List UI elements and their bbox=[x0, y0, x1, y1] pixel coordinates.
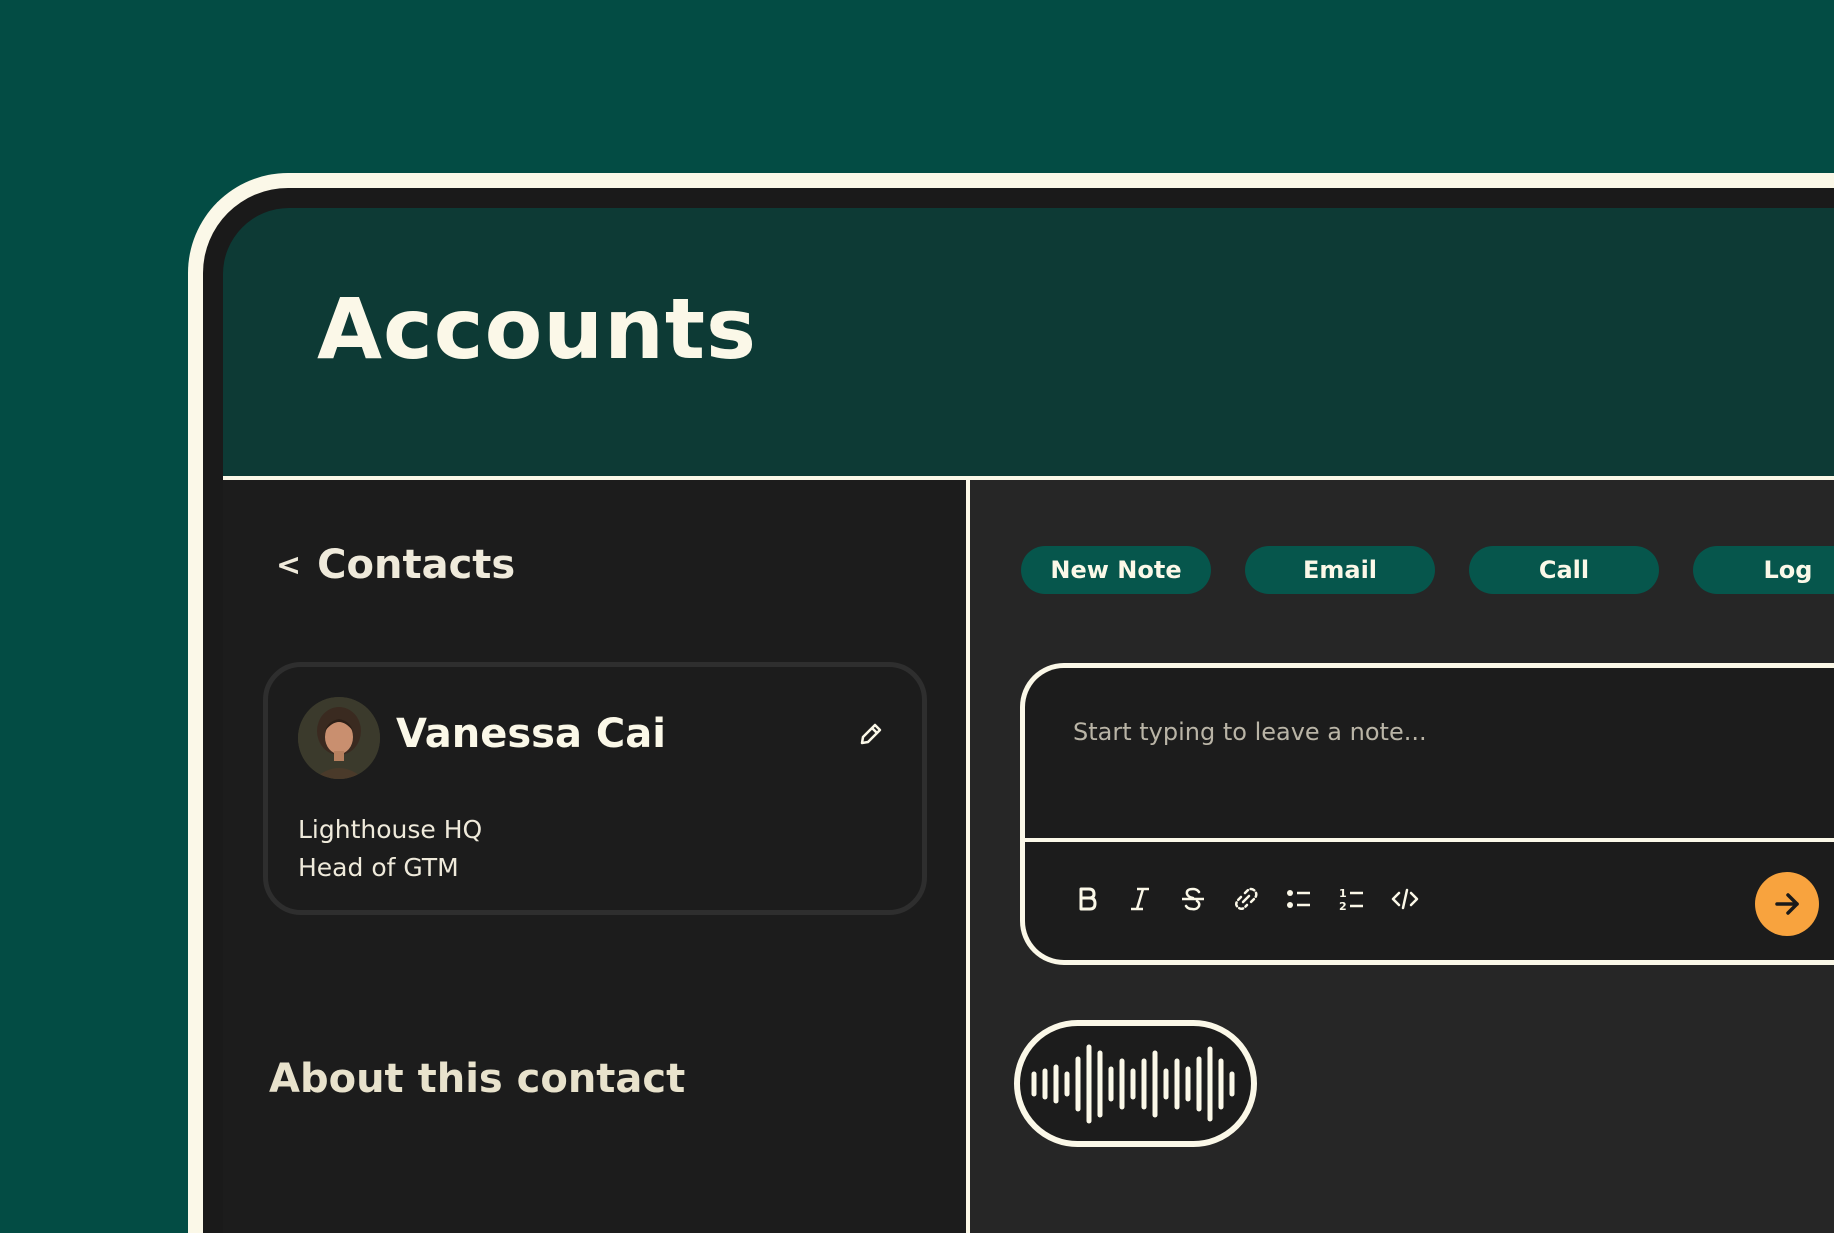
strikethrough-button[interactable] bbox=[1177, 883, 1209, 915]
bold-button[interactable] bbox=[1071, 883, 1103, 915]
page-header: Accounts bbox=[223, 208, 1834, 480]
back-to-contacts-link[interactable]: < Contacts bbox=[276, 542, 515, 588]
code-icon bbox=[1391, 888, 1419, 910]
voice-note-button[interactable] bbox=[1014, 1020, 1257, 1147]
send-note-button[interactable] bbox=[1755, 872, 1819, 936]
editor-divider bbox=[1025, 838, 1834, 842]
new-note-button[interactable]: New Note bbox=[1021, 546, 1211, 594]
svg-text:1: 1 bbox=[1339, 887, 1347, 900]
activity-panel: New Note Email Call Log Start typing to … bbox=[970, 480, 1834, 1233]
bullet-list-button[interactable] bbox=[1283, 883, 1315, 915]
numbered-list-icon: 1 2 bbox=[1339, 887, 1363, 913]
page-title: Accounts bbox=[317, 280, 758, 378]
pencil-icon bbox=[860, 723, 882, 745]
link-icon bbox=[1235, 887, 1258, 911]
note-input[interactable] bbox=[1025, 668, 1834, 838]
bold-icon bbox=[1079, 887, 1097, 911]
edit-contact-button[interactable] bbox=[854, 719, 886, 751]
chevron-left-icon: < bbox=[276, 547, 302, 583]
strikethrough-icon bbox=[1182, 887, 1204, 911]
avatar bbox=[298, 697, 380, 779]
code-button[interactable] bbox=[1389, 883, 1421, 915]
contact-panel: < Contacts Vanessa Cai Lighthouse HQ Hea… bbox=[223, 480, 970, 1233]
contact-company: Lighthouse HQ bbox=[298, 815, 483, 844]
back-link-label: Contacts bbox=[317, 542, 516, 588]
note-editor: 1 2 bbox=[1020, 663, 1834, 965]
about-contact-heading: About this contact bbox=[269, 1056, 686, 1102]
log-button[interactable]: Log bbox=[1693, 546, 1834, 594]
app-screen: Accounts < Contacts Vanessa Cai Lighthou… bbox=[223, 208, 1834, 1233]
action-buttons: New Note Email Call Log bbox=[1021, 546, 1834, 594]
arrow-right-icon bbox=[1775, 893, 1799, 915]
device-frame: Accounts < Contacts Vanessa Cai Lighthou… bbox=[188, 173, 1834, 1233]
italic-icon bbox=[1131, 887, 1149, 911]
waveform-icon bbox=[1031, 1044, 1234, 1123]
call-button[interactable]: Call bbox=[1469, 546, 1659, 594]
email-button[interactable]: Email bbox=[1245, 546, 1435, 594]
formatting-toolbar: 1 2 bbox=[1071, 883, 1421, 915]
contact-card: Vanessa Cai Lighthouse HQ Head of GTM bbox=[263, 662, 927, 915]
contact-role: Head of GTM bbox=[298, 853, 459, 882]
italic-button[interactable] bbox=[1124, 883, 1156, 915]
bullet-list-icon bbox=[1287, 890, 1310, 908]
numbered-list-button[interactable]: 1 2 bbox=[1336, 883, 1368, 915]
svg-text:2: 2 bbox=[1339, 900, 1347, 913]
contact-name: Vanessa Cai bbox=[396, 711, 666, 757]
link-button[interactable] bbox=[1230, 883, 1262, 915]
